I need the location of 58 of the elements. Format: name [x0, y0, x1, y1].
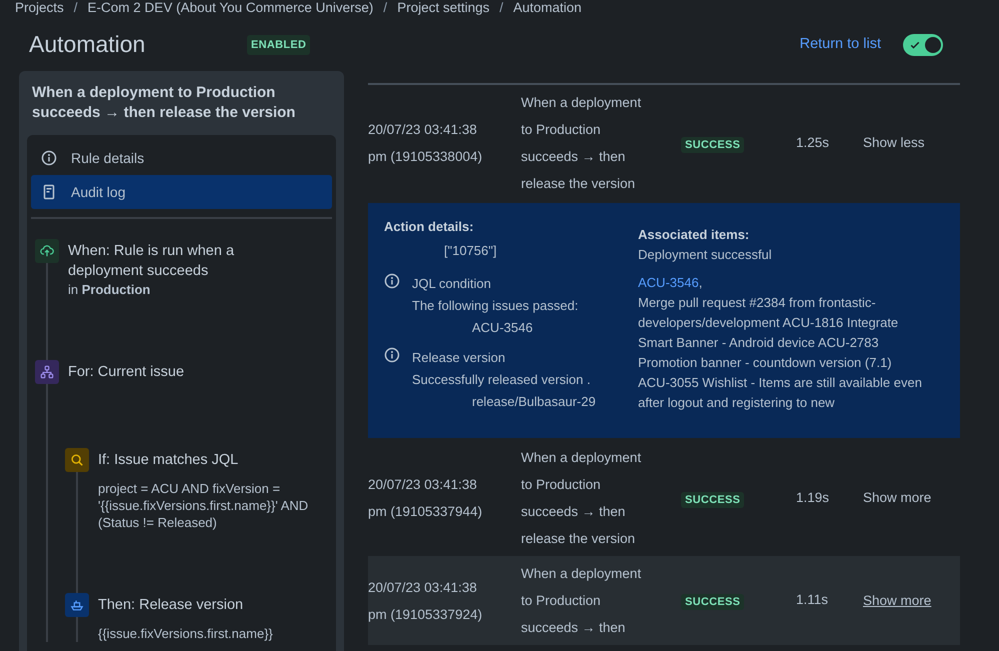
page-title: Automation	[29, 31, 146, 59]
duration-cell-text: 1.11s	[796, 591, 830, 610]
entry-value: ACU-3546	[471, 318, 534, 336]
date-cell-text: 20/07/23 03:41:38 pm (19105337924)	[368, 578, 484, 624]
status-badge: SUCCESS	[681, 492, 744, 508]
breadcrumb-link[interactable]: Automation	[513, 0, 582, 15]
step-title: Then: Release version	[98, 596, 244, 615]
date-cell-text: 20/07/23 03:41:38 pm (19105337944)	[368, 476, 484, 521]
entry-text: Successfully released version .	[412, 370, 592, 389]
toggle-details-link[interactable]: Show more	[863, 590, 932, 612]
breadcrumb-separator: /	[499, 0, 504, 15]
punctuation: ,	[698, 275, 702, 290]
status-badge: SUCCESS	[681, 136, 744, 152]
commit-message: Merge pull request #2384 from frontastic-developers/development ACU-1816 Integrate Smart Banner - Android device ACU-2783 Promotion banner - countdown version (7.1) ACU-3055 Wishlist - Items are still available even after logout and registering to new	[638, 294, 923, 412]
document-icon	[41, 184, 57, 200]
rule-cell-text: When a deployment to Production succeeds → then release the version	[521, 94, 642, 193]
status-badge: SUCCESS	[681, 594, 744, 610]
toggle-details-link[interactable]: Show more	[863, 488, 932, 509]
info-icon	[384, 272, 400, 288]
cloud-upload-icon	[40, 244, 54, 258]
info-icon	[384, 346, 400, 362]
status-badge: ENABLED	[247, 34, 310, 56]
breadcrumb-link[interactable]: E-Com 2 DEV (About You Commerce Universe)	[88, 0, 374, 15]
step-title: If: Issue matches JQL	[98, 451, 240, 470]
section-subtitle: Deployment successful	[638, 246, 773, 264]
breadcrumb-link[interactable]: Projects	[15, 0, 64, 15]
step-detail: project = ACU AND fixVersion = '{{issue.fixVersions.first.name}}' AND (Status != Released)	[98, 480, 310, 531]
breadcrumb-link[interactable]: Project settings	[397, 0, 490, 15]
entry-value: release/Bulbasaur-29	[471, 392, 596, 410]
entry-text: The following issues passed:	[412, 296, 578, 315]
section-heading: Associated items:	[638, 226, 750, 244]
breadcrumb-separator: /	[383, 0, 388, 15]
step-detail: {{issue.fixVersions.first.name}}	[98, 625, 274, 642]
action-value: ["10756"]	[443, 242, 498, 260]
toggle-switch[interactable]	[903, 34, 943, 56]
toggle-details-link[interactable]: Show less	[863, 133, 925, 154]
duration-cell-text: 1.19s	[796, 488, 830, 507]
entry-title: Release version	[412, 348, 506, 366]
return-link[interactable]: Return to list	[800, 34, 881, 56]
rule-cell-text: When a deployment to Production succeeds → then	[521, 565, 642, 637]
rule-title: When a deployment to Production succeeds → then release the version	[31, 83, 296, 123]
duration-cell-text: 1.25s	[796, 134, 830, 152]
entry-title: JQL condition	[412, 274, 492, 292]
section-heading: Action details:	[384, 218, 475, 236]
step-detail: in Production	[68, 281, 152, 298]
rule-cell-text: When a deployment to Production succeeds → then release the version	[521, 449, 642, 548]
step-title: When: Rule is run when a deployment succeeds	[68, 242, 236, 281]
nav-item[interactable]: Audit log	[31, 175, 332, 209]
info-icon	[41, 150, 57, 166]
issue-link[interactable]: ACU-3546	[638, 275, 699, 290]
breadcrumb-separator: /	[74, 0, 78, 15]
date-cell-text: 20/07/23 03:41:38 pm (19105338004)	[368, 121, 484, 166]
boat-icon	[70, 598, 84, 612]
check-icon	[909, 39, 921, 51]
search-icon	[70, 453, 84, 467]
hierarchy-icon	[40, 365, 54, 379]
step-title: For: Current issue	[68, 363, 186, 382]
nav-item[interactable]: Rule details	[31, 141, 332, 175]
